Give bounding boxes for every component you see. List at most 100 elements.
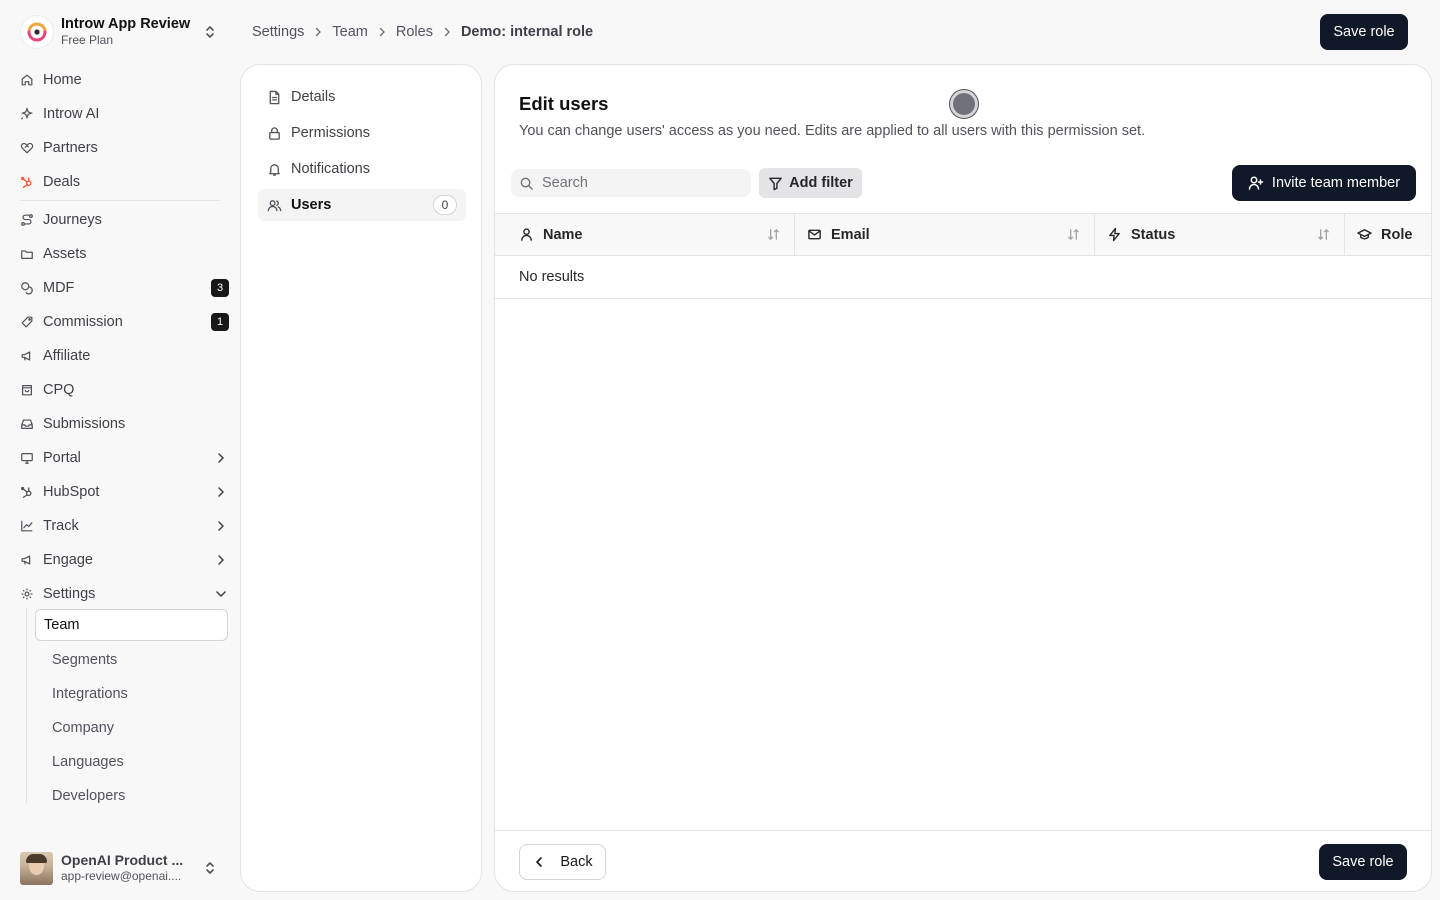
tab-details[interactable]: Details <box>258 81 466 113</box>
sparkle-icon <box>20 107 34 120</box>
invite-label: Invite team member <box>1271 175 1401 191</box>
commission-badge: 1 <box>211 313 229 331</box>
breadcrumb-team[interactable]: Team <box>332 24 367 40</box>
nav-item-settings[interactable]: Settings <box>20 577 230 611</box>
nav-item-engage[interactable]: Engage <box>20 543 230 577</box>
column-label: Name <box>543 226 583 243</box>
sub-item-segments[interactable]: Segments <box>35 643 228 677</box>
tab-permissions[interactable]: Permissions <box>258 117 466 149</box>
tab-label: Permissions <box>291 125 370 141</box>
nav-item-deals[interactable]: Deals <box>20 165 230 199</box>
nav-item-journeys[interactable]: Journeys <box>20 203 230 237</box>
sub-item-integrations[interactable]: Integrations <box>35 677 228 711</box>
nav-item-label: HubSpot <box>43 484 100 500</box>
nav-item-label: Settings <box>43 586 96 602</box>
breadcrumb-settings[interactable]: Settings <box>252 24 304 40</box>
column-label: Status <box>1131 226 1176 243</box>
tag-icon <box>21 316 33 328</box>
tab-users[interactable]: Users 0 <box>258 189 466 221</box>
search-box <box>511 169 751 197</box>
chevron-right-icon <box>218 555 224 565</box>
chevron-right-icon <box>218 521 224 531</box>
breadcrumb-roles[interactable]: Roles <box>396 24 433 40</box>
chevron-right-icon <box>218 487 224 497</box>
column-name[interactable]: Name <box>495 214 795 255</box>
nav-item-submissions[interactable]: Submissions <box>20 407 230 441</box>
org-switcher[interactable]: Introw App Review Free Plan <box>20 15 230 49</box>
nav-item-label: Portal <box>43 450 81 466</box>
tab-notifications[interactable]: Notifications <box>258 153 466 185</box>
nav-item-track[interactable]: Track <box>20 509 230 543</box>
chevron-left-icon <box>536 857 543 867</box>
save-role-button[interactable]: Save role <box>1320 14 1408 50</box>
chevrons-up-down-icon <box>206 26 214 38</box>
column-status[interactable]: Status <box>1095 214 1345 255</box>
bell-icon <box>269 163 280 176</box>
lightning-icon <box>1109 227 1120 242</box>
column-email[interactable]: Email <box>795 214 1095 255</box>
megaphone-icon <box>21 555 31 565</box>
save-role-button-bottom[interactable]: Save role <box>1319 844 1407 880</box>
document-icon <box>269 90 280 104</box>
user-icon <box>521 228 532 241</box>
nav-item-label: CPQ <box>43 382 75 398</box>
hubspot-icon <box>21 486 32 498</box>
nav-item-label: Assets <box>43 246 87 262</box>
sidebar: Introw App Review Free Plan Home Introw … <box>0 0 240 900</box>
route-icon <box>21 214 33 226</box>
sub-item-languages[interactable]: Languages <box>35 745 228 779</box>
coins-icon <box>21 282 33 295</box>
invite-team-member-button[interactable]: Invite team member <box>1232 165 1416 201</box>
users-table-header: Name Email Status Role <box>495 213 1431 256</box>
graduation-cap-icon <box>1357 229 1372 240</box>
nav-item-introw-ai[interactable]: Introw AI <box>20 97 230 131</box>
nav-item-label: Partners <box>43 140 98 156</box>
page-description: You can change users' access as you need… <box>519 123 1146 139</box>
role-sections-panel: Details Permissions Notifications Users … <box>240 64 482 892</box>
monitor-icon <box>21 453 33 464</box>
chevron-right-icon <box>218 453 224 463</box>
nav-item-label: Deals <box>43 174 81 190</box>
handshake-icon <box>20 142 34 154</box>
nav-item-home[interactable]: Home <box>20 63 230 97</box>
shopping-bag-icon <box>22 385 32 396</box>
breadcrumb: Settings Team Roles Demo: internal role <box>252 22 593 42</box>
nav-item-label: Journeys <box>43 212 102 228</box>
folder-icon <box>21 250 33 259</box>
add-filter-label: Add filter <box>789 175 853 191</box>
org-plan: Free Plan <box>61 33 114 47</box>
sub-item-company[interactable]: Company <box>35 711 228 745</box>
sub-item-team[interactable]: Team <box>35 609 228 641</box>
user-menu[interactable]: OpenAI Product ... app-review@openai.... <box>20 850 230 886</box>
search-input[interactable] <box>542 175 732 191</box>
add-filter-button[interactable]: Add filter <box>759 168 862 198</box>
users-icon <box>267 199 282 211</box>
sort-icon <box>768 229 779 240</box>
back-button[interactable]: Back <box>519 844 606 880</box>
mail-icon <box>808 229 821 240</box>
nav-item-label: Engage <box>43 552 93 568</box>
nav-item-cpq[interactable]: CPQ <box>20 373 230 407</box>
nav-item-affiliate[interactable]: Affiliate <box>20 339 230 373</box>
nav-divider <box>20 200 220 201</box>
introw-logo-icon <box>20 15 54 49</box>
loading-spinner-icon <box>950 90 978 118</box>
nav-item-hubspot[interactable]: HubSpot <box>20 475 230 509</box>
nav-item-assets[interactable]: Assets <box>20 237 230 271</box>
edit-users-panel: Edit users You can change users' access … <box>494 64 1432 892</box>
sub-item-developers[interactable]: Developers <box>35 779 228 813</box>
column-role[interactable]: Role <box>1345 214 1431 255</box>
inbox-icon <box>21 419 33 429</box>
page-title: Edit users <box>519 93 609 114</box>
column-label: Role <box>1381 226 1413 243</box>
panel-footer: Back Save role <box>495 830 1431 891</box>
nav-item-label: Affiliate <box>43 348 91 364</box>
nav-item-partners[interactable]: Partners <box>20 131 230 165</box>
nav-item-label: Commission <box>43 314 123 330</box>
nav-item-label: Introw AI <box>43 106 100 122</box>
nav-item-portal[interactable]: Portal <box>20 441 230 475</box>
tab-label: Details <box>291 89 336 105</box>
nav-item-mdf[interactable]: MDF 3 <box>20 271 230 305</box>
nav-item-commission[interactable]: Commission 1 <box>20 305 230 339</box>
filter-icon <box>769 177 782 190</box>
